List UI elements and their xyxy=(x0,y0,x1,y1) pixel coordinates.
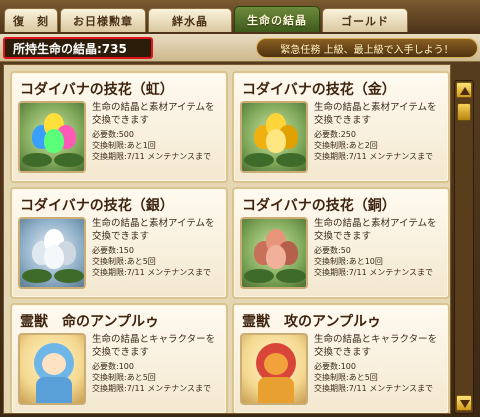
item-description: 生命の結晶とキャラクターを交換できます xyxy=(92,334,216,358)
item-period: 交換期限:7/11 メンテナンスまで xyxy=(314,268,434,277)
item-description: 生命の結晶と素材アイテムを交換できます xyxy=(92,102,215,126)
item-period: 交換期限:7/11 メンテナンスまで xyxy=(92,268,212,277)
item-meta: 必要数:250 交換制限:あと2回 交換期限:7/11 メンテナンスまで xyxy=(314,129,450,162)
item-required: 必要数:100 xyxy=(314,362,356,371)
item-title: コダイバナの技花（銀） xyxy=(20,198,174,214)
list-scrollbar[interactable] xyxy=(454,80,474,414)
item-meta: 必要数:100 交換制限:あと5回 交換期限:7/11 メンテナンスまで xyxy=(314,361,450,394)
tab-life-crystal[interactable]: 生命の結晶 xyxy=(234,6,320,32)
exchange-item-card[interactable]: 霊獣 命のアンプルゥ 生命の結晶とキャラクターを交換できます 必要数:100 交… xyxy=(10,303,228,413)
item-limit: 交換制限:あと5回 xyxy=(92,373,156,382)
rainbow-flower-icon xyxy=(18,101,86,173)
exchange-item-card[interactable]: コダイバナの技花（虹） 生命の結晶と素材アイテムを交換できます 必要数:500 … xyxy=(10,71,228,183)
header-bar: 所持生命の結晶:735 緊急任務 上級、最上級で入手しよう！ xyxy=(0,34,480,62)
item-limit: 交換制限:あと1回 xyxy=(92,141,156,150)
item-period: 交換期限:7/11 メンテナンスまで xyxy=(314,384,434,393)
item-period: 交換期限:7/11 メンテナンスまで xyxy=(92,152,212,161)
item-period: 交換期限:7/11 メンテナンスまで xyxy=(92,384,212,393)
notice-banner: 緊急任務 上級、最上級で入手しよう！ xyxy=(256,38,478,58)
exchange-item-card[interactable]: 霊獣 攻のアンプルゥ 生命の結晶とキャラクターを交換できます 必要数:100 交… xyxy=(232,303,450,413)
gold-flower-icon xyxy=(240,101,308,173)
scroll-up-button[interactable] xyxy=(456,82,472,98)
item-limit: 交換制限:あと2回 xyxy=(314,141,378,150)
item-description: 生命の結晶と素材アイテムを交換できます xyxy=(92,218,215,242)
tab-gold[interactable]: ゴールド xyxy=(322,8,408,32)
tab-bar: 復 刻 お日様勲章 絆水晶 生命の結晶 ゴールド xyxy=(0,0,480,34)
item-meta: 必要数:500 交換制限:あと1回 交換期限:7/11 メンテナンスまで xyxy=(92,129,228,162)
item-period: 交換期限:7/11 メンテナンスまで xyxy=(314,152,434,161)
item-required: 必要数:50 xyxy=(314,246,351,255)
blue-spirit-beast-icon xyxy=(18,333,86,405)
red-spirit-beast-icon xyxy=(240,333,308,405)
item-title: コダイバナの技花（虹） xyxy=(20,82,174,98)
tab-bond-crystal[interactable]: 絆水晶 xyxy=(148,8,232,32)
item-limit: 交換制限:あと5回 xyxy=(92,257,156,266)
scroll-down-button[interactable] xyxy=(456,395,472,411)
item-limit: 交換制限:あと10回 xyxy=(314,257,383,266)
exchange-item-list: コダイバナの技花（虹） 生命の結晶と素材アイテムを交換できます 必要数:500 … xyxy=(3,64,451,414)
item-description: 生命の結晶とキャラクターを交換できます xyxy=(314,334,438,358)
item-meta: 必要数:100 交換制限:あと5回 交換期限:7/11 メンテナンスまで xyxy=(92,361,228,394)
tab-sun-medal[interactable]: お日様勲章 xyxy=(60,8,146,32)
bronze-flower-icon xyxy=(240,217,308,289)
item-required: 必要数:500 xyxy=(92,130,134,139)
item-meta: 必要数:150 交換制限:あと5回 交換期限:7/11 メンテナンスまで xyxy=(92,245,228,278)
item-meta: 必要数:50 交換制限:あと10回 交換期限:7/11 メンテナンスまで xyxy=(314,245,450,278)
arrow-down-icon xyxy=(460,400,470,408)
item-required: 必要数:100 xyxy=(92,362,134,371)
item-description: 生命の結晶と素材アイテムを交換できます xyxy=(314,218,437,242)
item-required: 必要数:150 xyxy=(92,246,134,255)
item-title: コダイバナの技花（銅） xyxy=(242,198,396,214)
arrow-up-icon xyxy=(460,87,470,95)
exchange-item-card[interactable]: コダイバナの技花（銅） 生命の結晶と素材アイテムを交換できます 必要数:50 交… xyxy=(232,187,450,299)
silver-flower-icon xyxy=(18,217,86,289)
exchange-item-card[interactable]: コダイバナの技花（銀） 生命の結晶と素材アイテムを交換できます 必要数:150 … xyxy=(10,187,228,299)
item-description: 生命の結晶と素材アイテムを交換できます xyxy=(314,102,437,126)
item-title: 霊獣 命のアンプルゥ xyxy=(20,314,160,330)
item-required: 必要数:250 xyxy=(314,130,356,139)
scroll-thumb[interactable] xyxy=(457,103,471,121)
life-crystal-count: 所持生命の結晶:735 xyxy=(3,37,153,59)
exchange-item-card[interactable]: コダイバナの技花（金） 生命の結晶と素材アイテムを交換できます 必要数:250 … xyxy=(232,71,450,183)
item-limit: 交換制限:あと5回 xyxy=(314,373,378,382)
item-title: コダイバナの技花（金） xyxy=(242,82,396,98)
tab-revival[interactable]: 復 刻 xyxy=(4,8,58,32)
item-title: 霊獣 攻のアンプルゥ xyxy=(242,314,382,330)
